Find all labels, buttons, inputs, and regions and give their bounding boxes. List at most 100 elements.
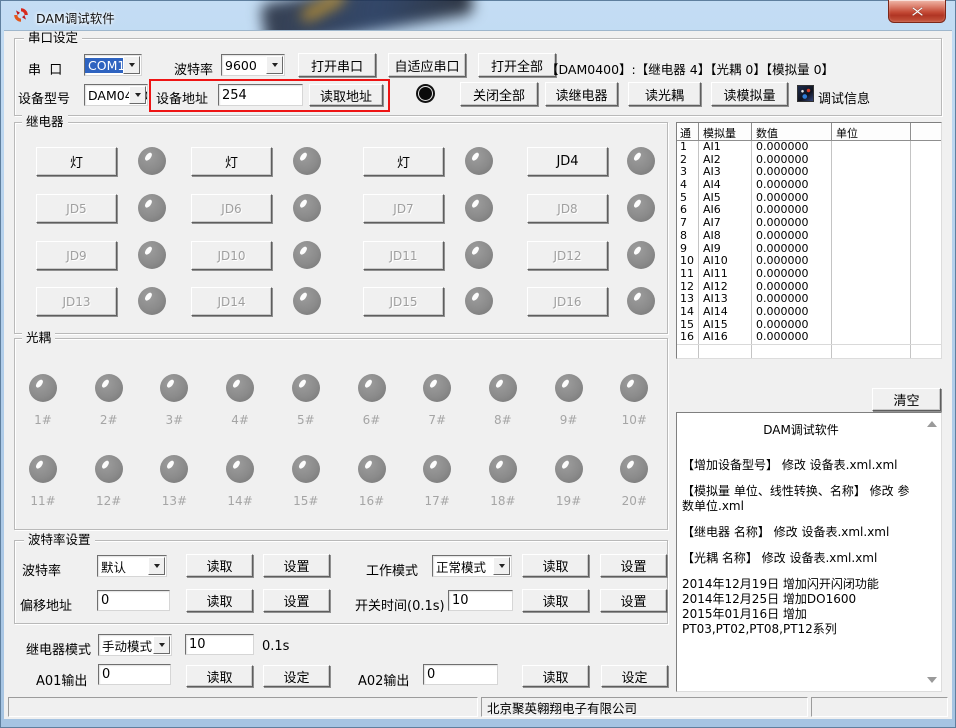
relay-button-3[interactable]: 灯 (363, 147, 444, 176)
analog-row-9[interactable]: 9AI90.000000 (677, 243, 941, 256)
opto-led-11 (29, 455, 57, 483)
ao1-output-input[interactable] (98, 664, 171, 685)
read-relay-button[interactable]: 读继电器 (545, 82, 618, 106)
ao2-read-button[interactable]: 读取 (522, 665, 589, 687)
analog-row-3[interactable]: 3AI30.000000 (677, 166, 941, 179)
relay-mode-dropdown-icon[interactable] (153, 636, 170, 654)
opto-label-10: 10# (612, 413, 656, 427)
baud-setting-dropdown-icon[interactable] (148, 557, 165, 575)
baud-read-button[interactable]: 读取 (186, 554, 253, 577)
baud-set-button[interactable]: 设置 (263, 554, 330, 577)
analog-row-11[interactable]: 11AI110.000000 (677, 268, 941, 281)
opto-led-1 (29, 374, 57, 402)
switch-time-label: 开关时间(0.1s) (355, 595, 445, 614)
offset-address-input[interactable] (97, 590, 170, 611)
offset-read-button[interactable]: 读取 (186, 589, 253, 612)
work-mode-dropdown-icon[interactable] (493, 557, 510, 575)
work-mode-set-button[interactable]: 设置 (600, 554, 667, 577)
read-opto-button[interactable]: 读光耦 (628, 82, 701, 106)
baud-rate-select[interactable]: 9600 (221, 54, 285, 76)
statusbar-pane-left (8, 697, 478, 717)
analog-row-12[interactable]: 12AI120.000000 (677, 281, 941, 294)
analog-cell: 2 (677, 154, 699, 167)
close-button[interactable] (888, 0, 946, 23)
opto-group-label: 光耦 (22, 331, 55, 345)
analog-col-header-4[interactable] (911, 123, 941, 140)
flash-time-input[interactable] (185, 634, 254, 655)
adaptive-serial-button[interactable]: 自适应串口 (388, 53, 466, 77)
analog-row-13[interactable]: 13AI130.000000 (677, 293, 941, 306)
analog-row-7[interactable]: 7AI70.000000 (677, 217, 941, 230)
opto-label-9: 9# (547, 413, 591, 427)
analog-cell: 0.000000 (752, 204, 832, 217)
ao1-read-button[interactable]: 读取 (186, 665, 253, 687)
analog-row-6[interactable]: 6AI60.000000 (677, 204, 941, 217)
relay-mode-select[interactable]: 手动模式 (98, 634, 172, 656)
analog-row-4[interactable]: 4AI40.000000 (677, 179, 941, 192)
analog-cell (911, 166, 941, 179)
opto-led-17 (423, 455, 451, 483)
analog-cell (911, 268, 941, 281)
ao2-output-input[interactable] (423, 664, 498, 685)
debug-info-icon[interactable] (797, 85, 814, 102)
analog-cell: 0.000000 (752, 166, 832, 179)
analog-row-8[interactable]: 8AI80.000000 (677, 230, 941, 243)
relay-led-4 (627, 147, 655, 175)
relay-button-2[interactable]: 灯 (191, 147, 272, 176)
company-name: 北京聚英翱翔电子有限公司 (487, 698, 637, 717)
analog-row-15[interactable]: 15AI150.000000 (677, 319, 941, 332)
close-all-button[interactable]: 关闭全部 (460, 82, 538, 106)
analog-cell (832, 345, 911, 358)
analog-cell: 12 (677, 281, 699, 294)
analog-cell: AI16 (699, 331, 752, 344)
open-all-button[interactable]: 打开全部 (478, 53, 556, 77)
info-line-2: 【增加设备型号】 修改 设备表.xml.xml (682, 458, 920, 473)
analog-table[interactable]: 通模拟量数值单位 1AI10.0000002AI20.0000003AI30.0… (676, 122, 942, 359)
baud-rate-dropdown-icon[interactable] (266, 56, 283, 74)
baud-setting-label: 波特率 (22, 560, 61, 579)
baud-setting-select[interactable]: 默认 (97, 555, 167, 577)
ao1-set-button[interactable]: 设定 (263, 665, 330, 687)
com-port-select[interactable]: COM1 (84, 54, 142, 76)
analog-col-header-2[interactable]: 数值 (752, 123, 832, 140)
device-model-select[interactable]: DAM0400 (84, 84, 148, 106)
open-serial-button[interactable]: 打开串口 (298, 53, 376, 77)
relay-led-10 (293, 241, 321, 269)
opto-label-20: 20# (612, 494, 656, 508)
analog-row-1[interactable]: 1AI10.000000 (677, 141, 941, 154)
analog-row-2[interactable]: 2AI20.000000 (677, 154, 941, 167)
relay-led-8 (627, 194, 655, 222)
info-box[interactable]: DAM调试软件【增加设备型号】 修改 设备表.xml.xml【模拟量 单位、线性… (676, 412, 942, 692)
read-analog-button[interactable]: 读模拟量 (711, 82, 788, 106)
titlebar: DAM调试软件 (0, 0, 956, 30)
relay-button-7: JD7 (363, 194, 444, 223)
analog-col-header-3[interactable]: 单位 (832, 123, 911, 140)
analog-row-5[interactable]: 5AI50.000000 (677, 192, 941, 205)
analog-row-10[interactable]: 10AI100.000000 (677, 255, 941, 268)
analog-row-14[interactable]: 14AI140.000000 (677, 306, 941, 319)
work-mode-read-button[interactable]: 读取 (522, 554, 589, 577)
analog-col-header-1[interactable]: 模拟量 (699, 123, 752, 140)
analog-cell: 0.000000 (752, 179, 832, 192)
device-model-dropdown-icon[interactable] (129, 86, 146, 104)
relay-button-4[interactable]: JD4 (527, 147, 608, 176)
scroll-up-icon[interactable] (927, 421, 937, 427)
analog-col-header-0[interactable]: 通 (677, 123, 699, 140)
scroll-down-icon[interactable] (927, 677, 937, 683)
work-mode-select[interactable]: 正常模式 (432, 555, 512, 577)
analog-cell (832, 268, 911, 281)
switch-time-input[interactable] (448, 590, 513, 611)
relay-button-1[interactable]: 灯 (36, 147, 117, 176)
relay-mode-label: 继电器模式 (26, 639, 91, 658)
read-address-button[interactable]: 读取地址 (309, 84, 383, 106)
device-address-input[interactable] (218, 84, 303, 106)
analog-row-16[interactable]: 16AI160.000000 (677, 331, 941, 344)
switch-time-set-button[interactable]: 设置 (600, 589, 667, 612)
offset-set-button[interactable]: 设置 (263, 589, 330, 612)
clear-button[interactable]: 清空 (872, 388, 941, 411)
com-port-dropdown-icon[interactable] (123, 56, 140, 74)
opto-label-14: 14# (218, 494, 262, 508)
ao2-set-button[interactable]: 设定 (601, 665, 668, 687)
switch-time-read-button[interactable]: 读取 (522, 589, 589, 612)
com-port-label: 串 口 (28, 59, 62, 78)
